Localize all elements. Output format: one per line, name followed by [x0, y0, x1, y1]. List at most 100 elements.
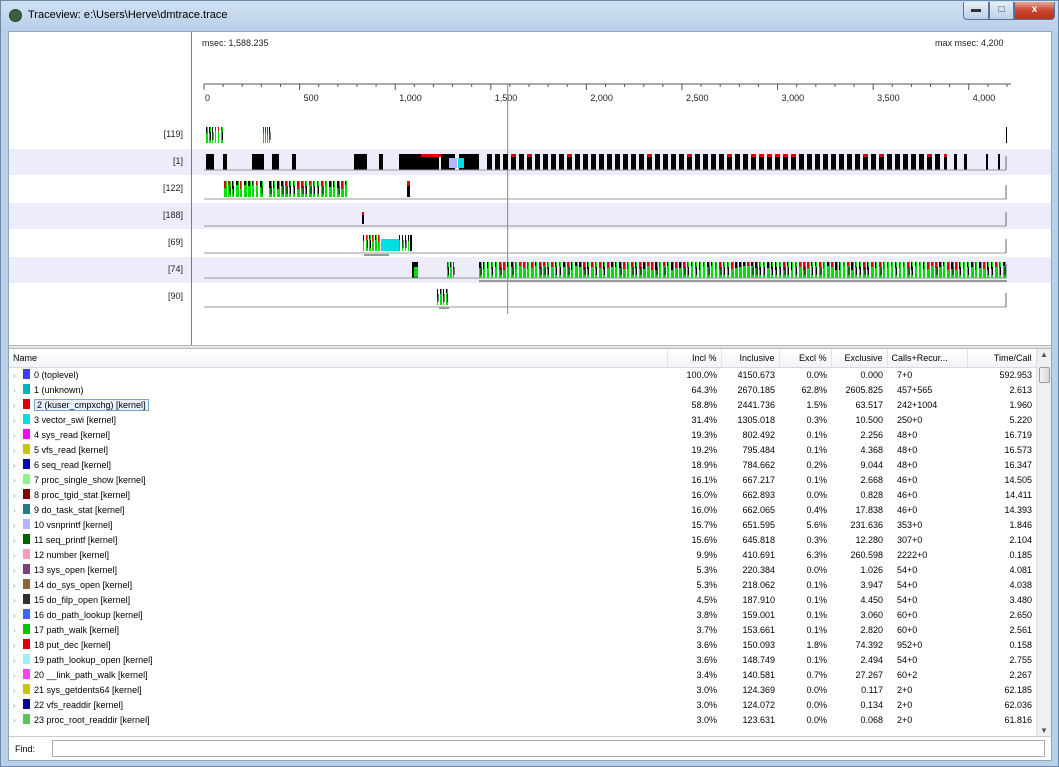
table-row[interactable]: › 14 do_sys_open [kernel] 5.3% 218.062 0.1% 3… — [9, 578, 1036, 593]
expand-arrow-icon[interactable]: › — [13, 429, 23, 443]
trace-block-top — [607, 262, 609, 268]
table-row[interactable]: › 23 proc_root_readdir [kernel] 3.0% 123.63… — [9, 713, 1036, 728]
expand-arrow-icon[interactable]: › — [13, 549, 23, 563]
find-input[interactable] — [52, 740, 1045, 757]
cell-name[interactable]: › 1 (unknown) — [9, 383, 667, 398]
table-row[interactable]: › 1 (unknown) 64.3% 2670.185 62.8% 2605.825 45… — [9, 383, 1036, 398]
table-row[interactable]: › 9 do_task_stat [kernel] 16.0% 662.065 0.4%… — [9, 503, 1036, 518]
cell-name[interactable]: › 3 vector_swi [kernel] — [9, 413, 667, 428]
col-header-excl-pct[interactable]: Excl % — [779, 349, 832, 368]
close-button[interactable]: x — [1014, 2, 1055, 20]
scroll-up-arrow-icon[interactable]: ▲ — [1040, 350, 1048, 359]
cell-name[interactable]: › 13 sys_open [kernel] — [9, 563, 667, 578]
table-row[interactable]: › 12 number [kernel] 9.9% 410.691 6.3% 260.59… — [9, 548, 1036, 563]
expand-arrow-icon[interactable]: › — [13, 414, 23, 428]
cell-name[interactable]: › 14 do_sys_open [kernel] — [9, 578, 667, 593]
cell-name[interactable]: › 18 put_dec [kernel] — [9, 638, 667, 653]
table-row[interactable]: › 21 sys_getdents64 [kernel] 3.0% 124.369 0.… — [9, 683, 1036, 698]
table-row[interactable]: › 19 path_lookup_open [kernel] 3.6% 148.749… — [9, 653, 1036, 668]
cell-name[interactable]: › 12 number [kernel] — [9, 548, 667, 563]
cell-name[interactable]: › 4 sys_read [kernel] — [9, 428, 667, 443]
trace-block-top — [631, 262, 633, 267]
cell-exclusive: 74.392 — [855, 640, 883, 650]
ruler-tick-label: 1,000 — [399, 93, 422, 103]
method-color-swatch — [23, 653, 30, 664]
expand-arrow-icon[interactable]: › — [13, 654, 23, 668]
expand-arrow-icon[interactable]: › — [13, 564, 23, 578]
trace-block-mark — [696, 267, 697, 275]
col-header-calls[interactable]: Calls+Recur... — [887, 349, 968, 368]
vertical-scrollbar[interactable]: ▲ ▼ — [1036, 349, 1051, 736]
cell-name[interactable]: › 7 proc_single_show [kernel] — [9, 473, 667, 488]
expand-arrow-icon[interactable]: › — [13, 489, 23, 503]
expand-arrow-icon[interactable]: › — [13, 444, 23, 458]
table-row[interactable]: › 4 sys_read [kernel] 19.3% 802.492 0.1% 2.25… — [9, 428, 1036, 443]
title-bar[interactable]: Traceview: e:\Users\Herve\dmtrace.trace … — [1, 1, 1058, 31]
table-row[interactable]: › 6 seq_read [kernel] 18.9% 784.662 0.2% 9.04… — [9, 458, 1036, 473]
cell-name[interactable]: › 19 path_lookup_open [kernel] — [9, 653, 667, 668]
expand-arrow-icon[interactable]: › — [13, 384, 23, 398]
table-row[interactable]: › 13 sys_open [kernel] 5.3% 220.384 0.0% 1.02… — [9, 563, 1036, 578]
col-header-incl-pct[interactable]: Incl % — [667, 349, 722, 368]
table-row[interactable]: › 22 vfs_readdir [kernel] 3.0% 124.072 0.0% 0… — [9, 698, 1036, 713]
cell-inclusive: 123.631 — [742, 715, 775, 725]
expand-arrow-icon[interactable]: › — [13, 699, 23, 713]
trace-block-top — [256, 181, 257, 185]
table-row[interactable]: › 20 __link_path_walk [kernel] 3.4% 140.581… — [9, 668, 1036, 683]
cell-name[interactable]: › 16 do_path_lookup [kernel] — [9, 608, 667, 623]
timeline-panel[interactable]: [119] [1] [122] [188] [69] [74] [90] msec: 1,5… — [9, 32, 1051, 345]
table-row[interactable]: › 16 do_path_lookup [kernel] 3.8% 159.001 0.… — [9, 608, 1036, 623]
table-row[interactable]: › 18 put_dec [kernel] 3.6% 150.093 1.8% 74.39… — [9, 638, 1036, 653]
expand-arrow-icon[interactable]: › — [13, 369, 23, 383]
expand-arrow-icon[interactable]: › — [13, 459, 23, 473]
table-row[interactable]: › 11 seq_printf [kernel] 15.6% 645.818 0.3% 1… — [9, 533, 1036, 548]
expand-arrow-icon[interactable]: › — [13, 684, 23, 698]
col-header-exclusive[interactable]: Exclusive — [831, 349, 888, 368]
cell-name[interactable]: › 2 (kuser_cmpxchg) [kernel] — [9, 398, 667, 413]
table-row[interactable]: › 10 vsnprintf [kernel] 15.7% 651.595 5.6% 23… — [9, 518, 1036, 533]
table-row[interactable]: › 0 (toplevel) 100.0% 4150.673 0.0% 0.000 7+0 5… — [9, 367, 1036, 383]
maximize-button[interactable]: □ — [989, 2, 1014, 20]
scroll-down-arrow-icon[interactable]: ▼ — [1040, 726, 1048, 735]
trace-block-top — [599, 262, 601, 268]
table-row[interactable]: › 3 vector_swi [kernel] 31.4% 1305.018 0.3% 1… — [9, 413, 1036, 428]
expand-arrow-icon[interactable]: › — [13, 534, 23, 548]
expand-arrow-icon[interactable]: › — [13, 474, 23, 488]
cell-name[interactable]: › 21 sys_getdents64 [kernel] — [9, 683, 667, 698]
cell-name[interactable]: › 17 path_walk [kernel] — [9, 623, 667, 638]
cell-name[interactable]: › 23 proc_root_readdir [kernel] — [9, 713, 667, 728]
col-header-name[interactable]: Name — [9, 349, 668, 368]
col-header-time-call[interactable]: Time/Call — [967, 349, 1037, 368]
col-header-inclusive[interactable]: Inclusive — [721, 349, 780, 368]
expand-arrow-icon[interactable]: › — [13, 639, 23, 653]
cell-incl-pct: 19.2% — [691, 445, 717, 455]
minimize-button[interactable]: ▬ — [963, 2, 989, 20]
expand-arrow-icon[interactable]: › — [13, 399, 23, 413]
table-row[interactable]: › 15 do_filp_open [kernel] 4.5% 187.910 0.1%… — [9, 593, 1036, 608]
cell-name[interactable]: › 11 seq_printf [kernel] — [9, 533, 667, 548]
expand-arrow-icon[interactable]: › — [13, 519, 23, 533]
expand-arrow-icon[interactable]: › — [13, 609, 23, 623]
table-row[interactable]: › 2 (kuser_cmpxchg) [kernel] 58.8% 2441.736… — [9, 398, 1036, 413]
expand-arrow-icon[interactable]: › — [13, 624, 23, 638]
table-row[interactable]: › 7 proc_single_show [kernel] 16.1% 667.217… — [9, 473, 1036, 488]
scroll-thumb[interactable] — [1039, 367, 1050, 383]
cell-name[interactable]: › 22 vfs_readdir [kernel] — [9, 698, 667, 713]
expand-arrow-icon[interactable]: › — [13, 594, 23, 608]
timeline-graph[interactable]: 0 500 1,000 1,500 2,000 2,500 3,000 3,500 4,000 — [9, 32, 1051, 345]
expand-arrow-icon[interactable]: › — [13, 579, 23, 593]
expand-arrow-icon[interactable]: › — [13, 504, 23, 518]
cell-name[interactable]: › 9 do_task_stat [kernel] — [9, 503, 667, 518]
table-row[interactable]: › 17 path_walk [kernel] 3.7% 153.661 0.1% 2.8… — [9, 623, 1036, 638]
table-row[interactable]: › 5 vfs_read [kernel] 19.2% 795.484 0.1% 4.36… — [9, 443, 1036, 458]
expand-arrow-icon[interactable]: › — [13, 714, 23, 728]
cell-name[interactable]: › 0 (toplevel) — [9, 367, 667, 383]
cell-name[interactable]: › 15 do_filp_open [kernel] — [9, 593, 667, 608]
table-row[interactable]: › 8 proc_tgid_stat [kernel] 16.0% 662.893 0.… — [9, 488, 1036, 503]
cell-name[interactable]: › 6 seq_read [kernel] — [9, 458, 667, 473]
cell-name[interactable]: › 10 vsnprintf [kernel] — [9, 518, 667, 533]
cell-name[interactable]: › 8 proc_tgid_stat [kernel] — [9, 488, 667, 503]
expand-arrow-icon[interactable]: › — [13, 669, 23, 683]
cell-name[interactable]: › 20 __link_path_walk [kernel] — [9, 668, 667, 683]
cell-name[interactable]: › 5 vfs_read [kernel] — [9, 443, 667, 458]
